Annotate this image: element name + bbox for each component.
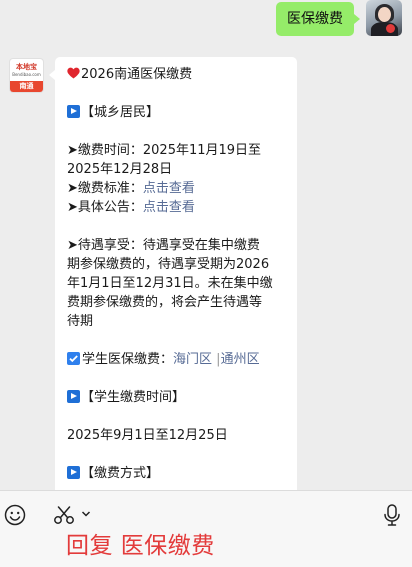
pay-time-continued: 2025年12月28日 — [67, 162, 173, 177]
notice-line: ➤具体公告：点击查看 — [67, 198, 289, 217]
voice-icon[interactable] — [382, 503, 402, 527]
waiting-line: 费期参保缴费的，将会产生待遇等 — [67, 295, 263, 310]
emoji-icon[interactable] — [4, 504, 26, 526]
pay-time-text: ➤缴费时间：2025年11月19日至 — [67, 143, 262, 158]
bot-city-bar: 南通 — [10, 81, 43, 92]
waiting-line: ➤待遇享受：待遇享受在集中缴费 — [67, 238, 260, 253]
message-title-line: 2026南通医保缴费 — [67, 65, 289, 84]
user-avatar[interactable] — [366, 0, 402, 36]
scissors-icon[interactable] — [53, 505, 75, 525]
haimen-link[interactable]: 海门区 — [173, 352, 212, 367]
waiting-line: 期参保缴费的，待遇享受期为2026 — [67, 257, 270, 272]
play-icon — [67, 105, 80, 118]
standard-line: ➤缴费标准：点击查看 — [67, 179, 289, 198]
message-title: 2026南通医保缴费 — [81, 67, 193, 82]
standard-label: ➤缴费标准： — [67, 181, 143, 196]
incoming-message-bubble[interactable]: 2026南通医保缴费 【城乡居民】 ➤缴费时间：2025年11月19日至 202… — [49, 57, 297, 490]
waiting-line: 年1月1日至12月31日。未在集中缴 — [67, 276, 273, 291]
section-payment-line: 【缴费方式】 — [67, 464, 289, 483]
section-student-time-line: 【学生缴费时间】 — [67, 388, 289, 407]
tongzhou-link[interactable]: 通州区 — [221, 352, 260, 367]
bot-brand-text: 本地宝 — [16, 63, 37, 71]
student-time-text: 2025年9月1日至12月25日 — [67, 428, 228, 443]
checkbox-icon — [67, 352, 80, 365]
play-icon — [67, 466, 80, 479]
chevron-down-icon[interactable] — [81, 510, 91, 518]
student-line: 学生医保缴费：海门区 |通州区 — [67, 350, 289, 369]
section-payment-heading: 【缴费方式】 — [81, 466, 160, 481]
section-residents-heading: 【城乡居民】 — [81, 105, 160, 120]
input-toolbar: 回复 医保缴费 — [0, 490, 412, 567]
standard-link[interactable]: 点击查看 — [143, 181, 195, 196]
heart-icon — [67, 67, 80, 79]
notice-link[interactable]: 点击查看 — [143, 200, 195, 215]
message-content: 2026南通医保缴费 【城乡居民】 ➤缴费时间：2025年11月19日至 202… — [67, 65, 289, 483]
section-student-time-heading: 【学生缴费时间】 — [81, 390, 186, 405]
outgoing-message-bubble[interactable]: 医保缴费 — [276, 2, 360, 36]
chat-area: 医保缴费 本地宝 Bendibao.com 南通 2026南通医保缴费 【城乡居… — [0, 0, 412, 490]
waiting-line: 待期 — [67, 314, 94, 329]
bot-site-text: Bendibao.com — [12, 72, 41, 77]
student-label: 学生医保缴费： — [82, 352, 174, 367]
reply-caption: 回复 医保缴费 — [66, 533, 215, 559]
notice-label: ➤具体公告： — [67, 200, 143, 215]
bot-avatar[interactable]: 本地宝 Bendibao.com 南通 — [9, 58, 44, 93]
play-icon — [67, 390, 80, 403]
outgoing-message-row: 医保缴费 — [276, 0, 402, 36]
section-residents-line: 【城乡居民】 — [67, 103, 289, 122]
